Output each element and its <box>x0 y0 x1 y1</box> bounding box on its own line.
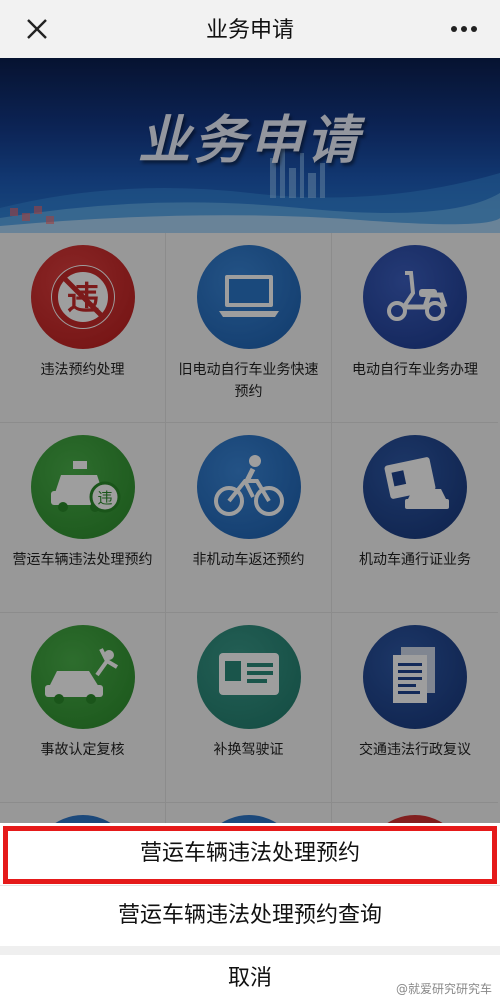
action-sheet: 营运车辆违法处理预约 营运车辆违法处理预约查询 取消 @就爱研究研究车 <box>0 823 500 1003</box>
highlight-box <box>3 826 497 884</box>
more-icon[interactable] <box>448 16 480 42</box>
sheet-option-appointment-query[interactable]: 营运车辆违法处理预约查询 <box>0 886 500 946</box>
page-title: 业务申请 <box>205 18 294 43</box>
divider <box>0 946 500 955</box>
watermark: @就爱研究研究车 <box>395 982 492 996</box>
top-bar: 业务申请 <box>0 0 500 58</box>
